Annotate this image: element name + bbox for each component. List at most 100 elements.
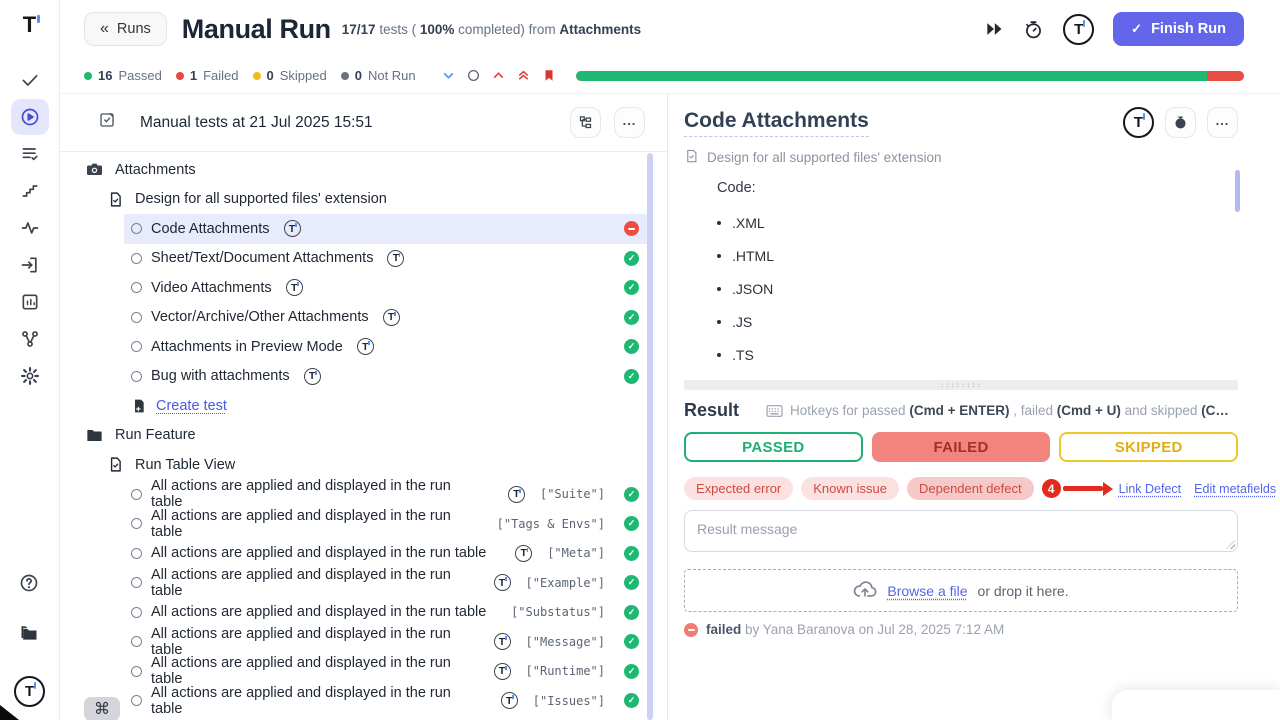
test-detail-panel: Code Attachments T ... Design for all su… <box>668 94 1280 720</box>
rail-item-help-icon[interactable] <box>11 565 49 601</box>
check-icon <box>20 70 40 90</box>
test-bullet-icon <box>131 548 142 559</box>
rail-item-import-icon[interactable] <box>11 247 49 283</box>
passed-badge-icon: ✓ <box>624 310 639 325</box>
file-check-icon <box>107 456 124 473</box>
test-logo-icon: T <box>515 545 532 562</box>
run-more-options-button[interactable]: ... <box>614 107 645 138</box>
rail-item-branch-icon[interactable] <box>11 321 49 357</box>
tree-view-button[interactable] <box>570 107 601 138</box>
tree-test-row[interactable]: All actions are applied and displayed in… <box>124 686 653 716</box>
tree-test-row[interactable]: All actions are applied and displayed in… <box>124 539 653 569</box>
tag-pill-dependent-defect[interactable]: Dependent defect <box>907 477 1034 500</box>
timer-icon[interactable] <box>1023 19 1044 40</box>
account-logo-button[interactable]: T <box>11 673 49 709</box>
tree-test-row[interactable]: All actions are applied and displayed in… <box>124 627 653 657</box>
back-to-runs-button[interactable]: « Runs <box>84 12 167 46</box>
test-label: Sheet/Text/Document Attachments <box>151 250 373 266</box>
run-progress-summary: 17/17 tests ( 100% completed) from Attac… <box>342 22 641 37</box>
double-chevron-up-icon[interactable] <box>517 69 530 82</box>
tree-test-row[interactable]: Vector/Archive/Other AttachmentsT✓ <box>124 303 653 333</box>
test-description: Code: .XML.HTML.JSON.JS.TS <box>684 180 1238 361</box>
passed-badge-icon: ✓ <box>624 664 639 679</box>
detail-scrollbar-thumb[interactable] <box>1235 170 1240 212</box>
create-test-row[interactable]: Create test <box>124 391 653 421</box>
test-bullet-icon <box>131 253 142 264</box>
edit-metafields-link[interactable]: Edit metafields <box>1194 482 1276 496</box>
failed-button[interactable]: FAILED <box>872 432 1051 462</box>
test-logo-icon: T <box>508 486 525 503</box>
test-bullet-icon <box>131 695 142 706</box>
timer-button[interactable] <box>1165 107 1196 138</box>
rail-item-report-chart-icon[interactable] <box>11 284 49 320</box>
tree-test-row[interactable]: Attachments in Preview ModeT✓ <box>124 332 653 362</box>
tree-feature-row[interactable]: Design for all supported files' extensio… <box>60 185 667 215</box>
rail-item-check-icon[interactable] <box>11 62 49 98</box>
create-test-link[interactable]: Create test <box>156 398 227 414</box>
test-bullet-icon <box>131 607 142 618</box>
passed-badge-icon: ✓ <box>624 487 639 502</box>
skipped-button[interactable]: SKIPPED <box>1059 432 1238 462</box>
bookmark-icon[interactable] <box>542 68 556 83</box>
rail-item-pulse-icon[interactable] <box>11 210 49 246</box>
projects-folder-icon <box>19 623 40 644</box>
count-skipped[interactable]: 0Skipped <box>253 68 327 83</box>
tree-test-row[interactable]: Code AttachmentsT <box>124 214 653 244</box>
feature-name[interactable]: Design for all supported files' extensio… <box>707 150 941 165</box>
tree-test-row[interactable]: All actions are applied and displayed in… <box>124 480 653 510</box>
passed-button[interactable]: PASSED <box>684 432 863 462</box>
test-bullet-icon <box>131 312 142 323</box>
rail-item-projects-folder-icon[interactable] <box>11 615 49 651</box>
brand-logo-icon[interactable]: T <box>23 14 36 36</box>
tree-feature-row[interactable]: Run Table View <box>60 450 667 480</box>
rail-item-test-list-icon[interactable] <box>11 136 49 172</box>
tree-test-row[interactable]: All actions are applied and displayed in… <box>124 657 653 687</box>
floating-widget[interactable] <box>1112 690 1280 720</box>
link-defect-link[interactable]: Link Defect <box>1119 482 1182 496</box>
not-run-circle-icon[interactable] <box>467 69 480 82</box>
tree-test-row[interactable]: All actions are applied and displayed in… <box>124 509 653 539</box>
passed-badge-icon: ✓ <box>624 251 639 266</box>
run-play-icon <box>20 107 40 127</box>
test-label: All actions are applied and displayed in… <box>151 655 471 687</box>
file-dropzone[interactable]: Browse a file or drop it here. <box>684 569 1238 612</box>
panel-resize-handle[interactable]: :::::::: <box>684 380 1238 390</box>
chevron-up-icon[interactable] <box>492 69 505 82</box>
tag-pill-expected-error[interactable]: Expected error <box>684 477 793 500</box>
status-dot <box>253 72 261 80</box>
tree-suite-row[interactable]: Attachments <box>60 155 667 185</box>
fast-forward-icon[interactable] <box>984 19 1004 39</box>
tree-scrollbar[interactable] <box>647 153 653 720</box>
tree-test-row[interactable]: All actions are applied and displayed in… <box>124 568 653 598</box>
rail-item-run-play-icon[interactable] <box>11 99 49 135</box>
passed-badge-icon: ✓ <box>624 516 639 531</box>
detail-more-options-button[interactable]: ... <box>1207 107 1238 138</box>
rail-item-settings-gear-icon[interactable] <box>11 358 49 394</box>
completed-percent: 100% <box>420 22 455 37</box>
test-logo-icon: T <box>286 279 303 296</box>
result-message-input[interactable] <box>684 510 1238 552</box>
count-failed[interactable]: 1Failed <box>176 68 239 83</box>
collapse-chevron-down-icon[interactable] <box>442 69 455 82</box>
browse-file-link[interactable]: Browse a file <box>887 583 967 599</box>
tree-test-row[interactable]: Sheet/Text/Document AttachmentsT✓ <box>124 244 653 274</box>
tree-suite-row[interactable]: Run Feature <box>60 421 667 451</box>
suite-label: Attachments <box>115 162 196 178</box>
count-passed[interactable]: 16Passed <box>84 68 162 83</box>
tree-test-row[interactable]: Bug with attachmentsT✓ <box>124 362 653 392</box>
test-bullet-icon <box>131 636 142 647</box>
cmd-key-badge[interactable]: ⌘ <box>84 697 120 720</box>
test-tag: ["Runtime"] <box>526 664 605 678</box>
user-avatar[interactable]: T <box>1063 14 1094 45</box>
settings-gear-icon <box>20 366 40 386</box>
tag-pill-known-issue[interactable]: Known issue <box>801 477 899 500</box>
finish-run-button[interactable]: ✓ Finish Run <box>1113 12 1244 46</box>
test-title[interactable]: Code Attachments <box>684 109 869 137</box>
count-not-run[interactable]: 0Not Run <box>341 68 416 83</box>
test-label: Vector/Archive/Other Attachments <box>151 309 369 325</box>
tree-test-row[interactable]: Video AttachmentsT✓ <box>124 273 653 303</box>
test-label: All actions are applied and displayed in… <box>151 545 486 561</box>
rail-item-steps-icon[interactable] <box>11 173 49 209</box>
tree-test-row[interactable]: All actions are applied and displayed in… <box>124 598 653 628</box>
assignee-avatar[interactable]: T <box>1123 107 1154 138</box>
